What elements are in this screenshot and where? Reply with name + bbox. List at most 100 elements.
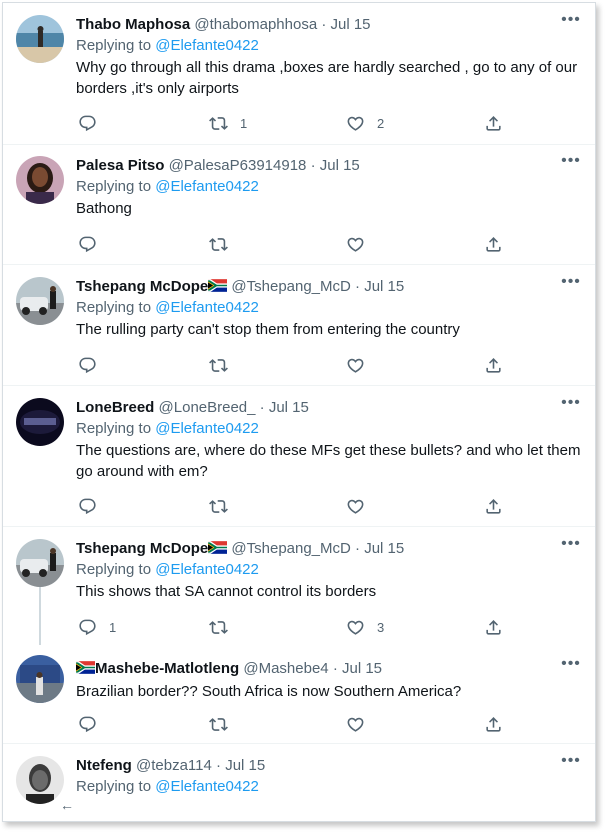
- reply-button[interactable]: [78, 113, 109, 133]
- retweet-button[interactable]: [209, 714, 240, 734]
- action-bar: 1 3: [76, 617, 506, 637]
- separator-dot: ·: [355, 278, 361, 295]
- user-handle[interactable]: @PalesaP63914918: [169, 157, 307, 174]
- avatar[interactable]: [16, 277, 64, 325]
- reply-icon: [78, 618, 97, 637]
- reply-icon: [78, 497, 97, 516]
- mention-link[interactable]: @Elefante0422: [155, 178, 259, 195]
- retweet-icon: [209, 618, 228, 637]
- user-handle[interactable]: @Tshepang_McD: [231, 540, 350, 557]
- share-button[interactable]: [484, 617, 503, 637]
- replying-to-line: Replying to @Elefante0422: [76, 297, 581, 319]
- more-options-icon[interactable]: •••: [561, 153, 581, 172]
- retweet-button[interactable]: [209, 234, 240, 254]
- like-button[interactable]: 3: [346, 617, 384, 637]
- tweet-tshepang-mcdope[interactable]: Tshepang McDope @Tshepang_McD · Jul 15 R…: [3, 265, 595, 386]
- display-name[interactable]: Tshepang McDope: [76, 540, 208, 557]
- user-handle[interactable]: @LoneBreed_: [159, 399, 256, 416]
- like-count: 2: [377, 115, 385, 131]
- display-name[interactable]: Mashebe-Matlotleng: [95, 660, 239, 677]
- mention-link[interactable]: @Elefante0422: [155, 778, 259, 795]
- tweet-date[interactable]: Jul 15: [320, 157, 360, 174]
- display-name[interactable]: Ntefeng: [76, 757, 132, 774]
- avatar[interactable]: [16, 398, 64, 446]
- more-options-icon[interactable]: •••: [561, 274, 581, 293]
- replying-to-label: Replying to: [76, 420, 152, 437]
- mention-link[interactable]: @Elefante0422: [155, 299, 259, 316]
- display-name[interactable]: Thabo Maphosa: [76, 16, 190, 33]
- mention-link[interactable]: @Elefante0422: [155, 561, 259, 578]
- tweet-ntefeng[interactable]: Ntefeng @tebza114 · Jul 15 Replying to @…: [3, 744, 595, 821]
- action-bar: [76, 355, 506, 375]
- replying-to-line: Replying to @Elefante0422: [76, 176, 581, 198]
- tweet-mashebe-matlotleng[interactable]: Mashebe-Matlotleng @Mashebe4 · Jul 15 Br…: [3, 645, 595, 744]
- share-icon: [484, 497, 503, 516]
- back-arrow-icon[interactable]: ←: [60, 797, 74, 813]
- retweet-button[interactable]: [209, 355, 240, 375]
- tweet-thabo-maphosa[interactable]: Thabo Maphosa @thabomaphhosa · Jul 15 Re…: [3, 3, 595, 145]
- action-bar: [76, 496, 506, 516]
- heart-icon: [346, 356, 365, 375]
- avatar[interactable]: [16, 655, 64, 703]
- mention-link[interactable]: @Elefante0422: [155, 37, 259, 54]
- retweet-button[interactable]: 1: [209, 113, 247, 133]
- tweet-date[interactable]: Jul 15: [342, 660, 382, 677]
- tweet-date[interactable]: Jul 15: [331, 16, 371, 33]
- reply-button[interactable]: [78, 234, 109, 254]
- more-options-icon[interactable]: •••: [561, 536, 581, 555]
- mention-link[interactable]: @Elefante0422: [155, 420, 259, 437]
- more-options-icon[interactable]: •••: [561, 12, 581, 31]
- user-handle[interactable]: @Tshepang_McD: [231, 278, 350, 295]
- share-button[interactable]: [484, 355, 503, 375]
- like-button[interactable]: [346, 234, 377, 254]
- more-options-icon[interactable]: •••: [561, 656, 581, 675]
- like-button[interactable]: [346, 355, 377, 375]
- tweet-date[interactable]: Jul 15: [364, 540, 404, 557]
- share-button[interactable]: [484, 113, 503, 133]
- like-button[interactable]: [346, 496, 377, 516]
- share-button[interactable]: [484, 496, 503, 516]
- reply-button[interactable]: [78, 496, 109, 516]
- share-icon: [484, 235, 503, 254]
- replying-to-line: Replying to @Elefante0422: [76, 776, 581, 798]
- tweet-text: Why go through all this drama ,boxes are…: [76, 59, 578, 97]
- user-handle[interactable]: @Mashebe4: [243, 660, 328, 677]
- reply-icon: [78, 114, 97, 133]
- display-name[interactable]: Tshepang McDope: [76, 278, 208, 295]
- reply-button[interactable]: [78, 355, 109, 375]
- replying-to-line: Replying to @Elefante0422: [76, 418, 581, 440]
- share-icon: [484, 618, 503, 637]
- replying-to-label: Replying to: [76, 178, 152, 195]
- like-button[interactable]: 2: [346, 113, 384, 133]
- avatar[interactable]: [16, 756, 64, 804]
- tweet-date[interactable]: Jul 15: [225, 757, 265, 774]
- more-options-icon[interactable]: •••: [561, 753, 581, 772]
- tweet-tshepang-mcdope-thread[interactable]: Tshepang McDope @Tshepang_McD · Jul 15 R…: [3, 527, 595, 645]
- tweet-palesa-pitso[interactable]: Palesa Pitso @PalesaP63914918 · Jul 15 R…: [3, 144, 595, 265]
- separator-dot: ·: [355, 540, 361, 557]
- tweet-date[interactable]: Jul 15: [364, 278, 404, 295]
- tweet-lonebreed[interactable]: LoneBreed @LoneBreed_ · Jul 15 Replying …: [3, 386, 595, 527]
- replying-to-line: Replying to @Elefante0422: [76, 559, 581, 581]
- retweet-icon: [209, 114, 228, 133]
- reply-button[interactable]: [78, 714, 109, 734]
- retweet-button[interactable]: [209, 496, 240, 516]
- avatar[interactable]: [16, 156, 64, 204]
- display-name[interactable]: LoneBreed: [76, 399, 154, 416]
- avatar[interactable]: [16, 15, 64, 63]
- thread-connector-line: [39, 587, 41, 645]
- retweet-button[interactable]: [209, 617, 240, 637]
- retweet-icon: [209, 356, 228, 375]
- user-handle[interactable]: @thabomaphhosa: [194, 16, 317, 33]
- like-button[interactable]: [346, 714, 377, 734]
- replying-to-label: Replying to: [76, 37, 152, 54]
- user-handle[interactable]: @tebza114: [136, 757, 212, 774]
- reply-button[interactable]: 1: [78, 617, 116, 637]
- share-icon: [484, 715, 503, 734]
- share-button[interactable]: [484, 234, 503, 254]
- display-name[interactable]: Palesa Pitso: [76, 157, 164, 174]
- tweet-date[interactable]: Jul 15: [269, 399, 309, 416]
- more-options-icon[interactable]: •••: [561, 395, 581, 414]
- share-button[interactable]: [484, 714, 503, 734]
- avatar[interactable]: [16, 539, 64, 587]
